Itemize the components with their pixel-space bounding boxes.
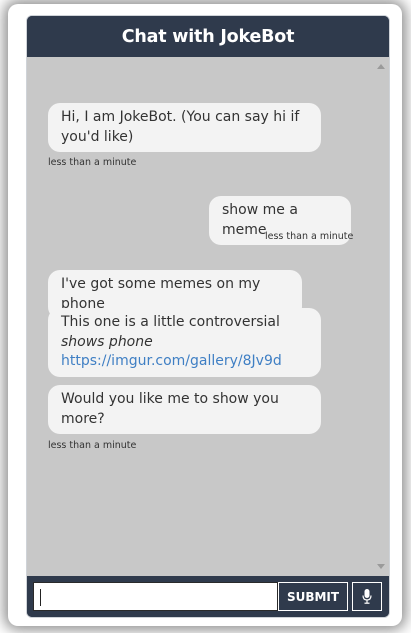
- text-caret: [40, 589, 41, 606]
- scrollbar[interactable]: [374, 57, 389, 576]
- submit-button[interactable]: SUBMIT: [278, 582, 348, 611]
- message-action: shows phone: [61, 333, 153, 350]
- chat-title: Chat with JokeBot: [121, 26, 295, 47]
- scroll-down-arrow-icon[interactable]: [377, 564, 385, 569]
- bot-message: Would you like me to show you more?: [48, 385, 321, 434]
- mic-button[interactable]: [352, 582, 382, 611]
- message-input[interactable]: [33, 582, 278, 611]
- message-timestamp: less than a minute: [265, 231, 354, 242]
- submit-label: SUBMIT: [286, 589, 340, 604]
- chat-window: Chat with JokeBot Hi, I am JokeBot. (You…: [26, 15, 390, 618]
- message-timestamp: less than a minute: [48, 440, 137, 451]
- message-timestamp: less than a minute: [48, 157, 137, 168]
- scroll-up-arrow-icon[interactable]: [377, 64, 385, 69]
- microphone-icon: [362, 589, 372, 604]
- chat-header: Chat with JokeBot: [27, 16, 389, 57]
- bot-message: This one is a little controversial shows…: [48, 308, 321, 377]
- meme-link[interactable]: https://imgur.com/gallery/8Jv9d: [61, 352, 308, 372]
- message-text: This one is a little controversial: [61, 314, 280, 330]
- message-text: Hi, I am JokeBot. (You can say hi if you…: [61, 109, 300, 145]
- input-bar: SUBMIT: [27, 576, 389, 617]
- bot-message: Hi, I am JokeBot. (You can say hi if you…: [48, 103, 321, 152]
- message-text: Would you like me to show you more?: [61, 391, 279, 427]
- message-list[interactable]: Hi, I am JokeBot. (You can say hi if you…: [27, 57, 389, 576]
- message-text: I've got some memes on my phone: [61, 276, 261, 312]
